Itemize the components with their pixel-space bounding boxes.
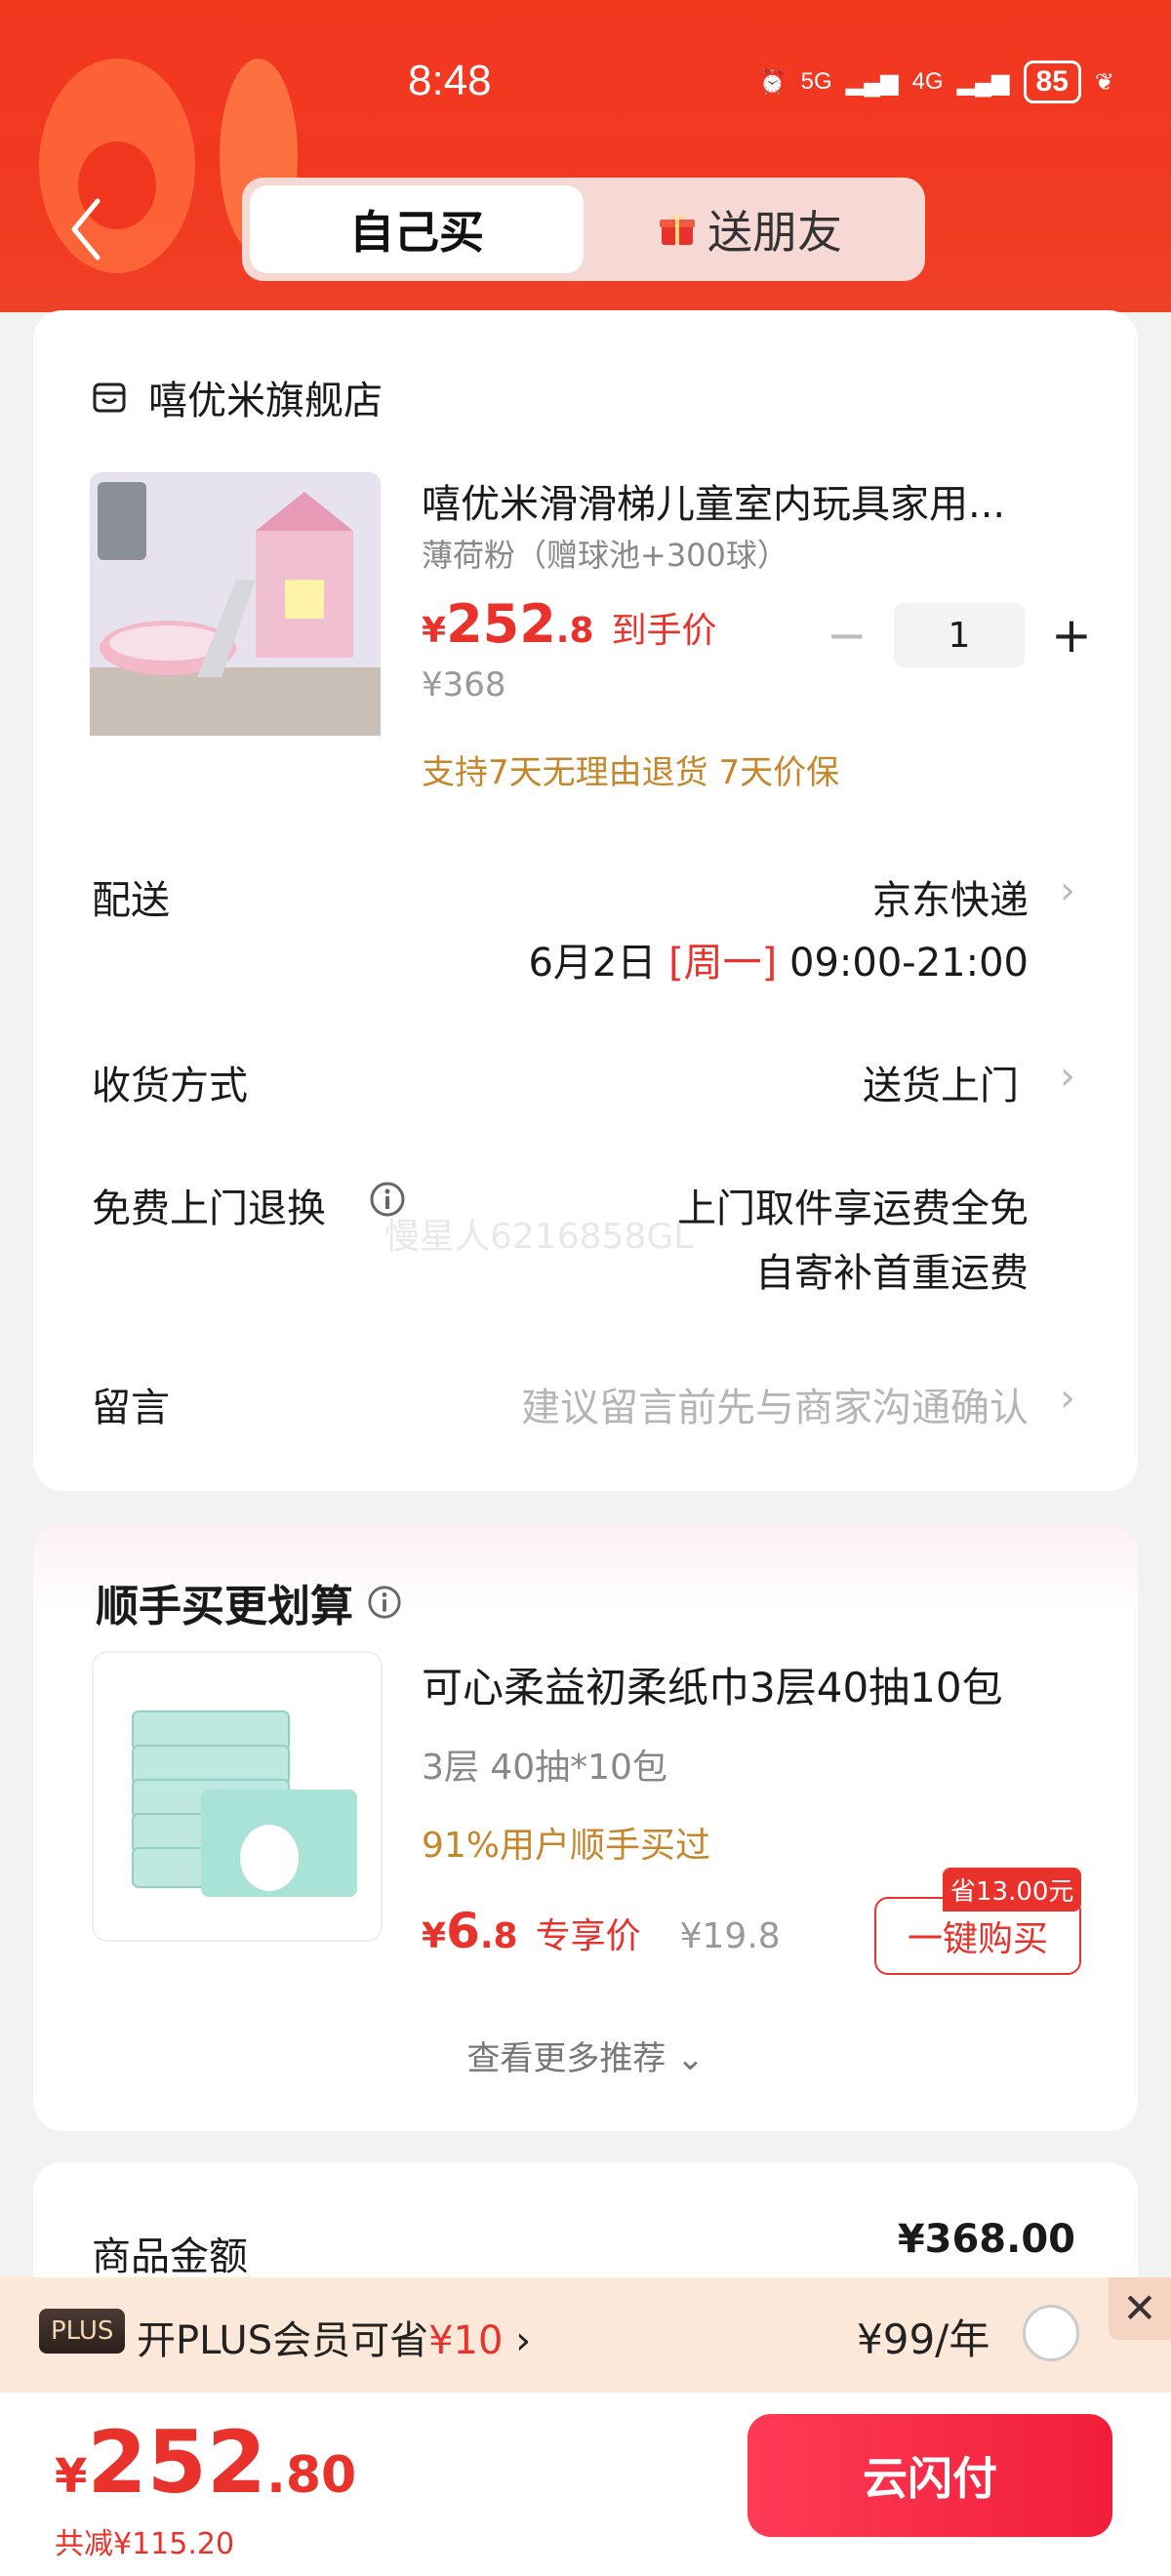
signal-bars-icon: ▂▄▆ — [845, 68, 899, 96]
price-integer: 6 — [446, 1903, 480, 1959]
recommend-card: 顺手买更划算 可心柔益初柔纸巾3层40抽10包 3层 40抽*10包 91%用户… — [33, 1524, 1138, 2131]
close-icon[interactable]: ✕ — [1109, 2277, 1171, 2340]
tab-label: 自己买 — [349, 206, 484, 259]
order-card: 嘻优米旗舰店 嘻优米滑滑梯儿童室内玩具家用... 薄荷粉（赠球池+300球） ¥… — [33, 310, 1138, 1491]
info-icon[interactable] — [367, 1585, 402, 1620]
battery-icon: 85 — [1023, 60, 1081, 103]
leaf-icon: ❦ — [1094, 68, 1114, 96]
store-name: 嘻优米旗舰店 — [148, 379, 383, 423]
goods-amount-label: 商品金额 — [92, 2234, 248, 2279]
delivery-date: 6月2日 — [528, 941, 657, 986]
goods-amount-value: ¥368.00 — [897, 2217, 1075, 2262]
price-decimal: .8 — [479, 1916, 518, 1956]
recommend-name[interactable]: 可心柔益初柔纸巾3层40抽10包 — [422, 1655, 1003, 1714]
header: 8:48 ⏰ 5G ▂▄▆ 4G ▂▄▆ 85 ❦ 自己买 送朋友 — [0, 0, 1171, 312]
save-badge: 省13.00元 — [943, 1868, 1082, 1912]
decrease-button[interactable]: − — [824, 607, 870, 664]
recommend-title: 顺手买更划算 — [96, 1571, 402, 1633]
gift-icon — [660, 215, 695, 245]
product-title[interactable]: 嘻优米滑滑梯儿童室内玩具家用... — [422, 472, 1085, 529]
plus-offer-text[interactable]: 开PLUS会员可省¥10 › — [137, 2309, 531, 2365]
return-label: 免费上门退换 — [92, 1187, 326, 1231]
total-decimal: .80 — [266, 2446, 357, 2505]
recommend-price: ¥ 6 .8 专享价 ¥19.8 — [422, 1903, 781, 1959]
store-row[interactable]: 嘻优米旗舰店 — [92, 369, 383, 425]
recommend-title-text: 顺手买更划算 — [96, 1582, 353, 1631]
delivery-label: 配送 — [92, 878, 170, 923]
guarantee-text: 支持7天无理由退货 7天价保 — [422, 753, 840, 792]
signal-5g-icon: 5G — [800, 68, 832, 95]
message-input[interactable]: 建议留言前先与商家沟通确认 — [521, 1376, 1029, 1432]
product-price: ¥ 252 .8 到手价 — [422, 593, 717, 655]
plus-membership-bar[interactable]: PLUS 开PLUS会员可省¥10 › ¥99/年 ✕ — [0, 2277, 1171, 2393]
tab-label: 送朋友 — [707, 206, 842, 259]
quantity-stepper: − 1 + — [824, 603, 1095, 667]
plus-save-amount: ¥10 — [428, 2318, 504, 2363]
delivery-carrier[interactable]: 京东快递 — [872, 868, 1029, 925]
slide-product-illustration — [90, 472, 381, 765]
tab-send-friend[interactable]: 送朋友 — [584, 185, 917, 273]
status-icons: ⏰ 5G ▂▄▆ 4G ▂▄▆ 85 ❦ — [758, 60, 1114, 103]
total-discount[interactable]: 共减¥115.20 — [55, 2519, 234, 2562]
price-decimal: .8 — [555, 611, 594, 651]
tab-buy-for-self[interactable]: 自己买 — [250, 185, 584, 273]
plus-badge: PLUS — [39, 2309, 126, 2354]
original-price: ¥368 — [422, 665, 506, 704]
signal-bars-icon: ▂▄▆ — [956, 68, 1010, 96]
delivery-window: 09:00-21:00 — [789, 941, 1029, 986]
receive-value[interactable]: 送货上门 — [863, 1054, 1019, 1110]
total-price: ¥ 252 .80 — [55, 2412, 356, 2513]
delivery-weekday: [周一] — [668, 941, 778, 986]
see-more-button[interactable]: 查看更多推荐 ⌄ — [33, 2032, 1138, 2079]
chevron-right-icon[interactable]: › — [1060, 1376, 1075, 1421]
total-integer: 252 — [87, 2412, 267, 2513]
pay-button[interactable]: 云闪付 — [747, 2414, 1112, 2537]
plus-select-radio[interactable] — [1023, 2305, 1079, 2361]
increase-button[interactable]: + — [1048, 607, 1095, 664]
return-line-2: 自寄补首重运费 — [755, 1251, 1029, 1296]
alarm-icon: ⏰ — [757, 68, 787, 96]
original-price: ¥19.8 — [679, 1916, 781, 1956]
receive-label: 收货方式 — [92, 1064, 248, 1108]
chevron-right-icon[interactable]: › — [1060, 868, 1075, 913]
status-time: 8:48 — [408, 57, 492, 104]
product-spec: 薄荷粉（赠球池+300球） — [422, 537, 788, 574]
chevron-right-icon[interactable]: › — [1060, 1054, 1075, 1099]
store-icon — [93, 382, 126, 413]
price-tag: 到手价 — [611, 611, 717, 651]
message-label: 留言 — [92, 1386, 170, 1430]
recommend-bought: 91%用户顺手买过 — [422, 1826, 711, 1866]
total-currency: ¥ — [55, 2449, 88, 2504]
plus-price: ¥99/年 — [857, 2315, 990, 2363]
recommend-image[interactable] — [92, 1651, 383, 1942]
back-icon[interactable] — [66, 195, 105, 263]
quantity-field[interactable]: 1 — [894, 603, 1025, 667]
tissue-product-illustration — [94, 1653, 381, 1940]
signal-4g-icon: 4G — [911, 68, 944, 95]
delivery-time[interactable]: 6月2日 [周一] 09:00-21:00 — [528, 931, 1029, 987]
purchase-tabs: 自己买 送朋友 — [242, 178, 925, 281]
plus-text-prefix: 开PLUS会员可省 — [137, 2318, 429, 2363]
recommend-spec: 3层 40抽*10包 — [422, 1748, 667, 1788]
price-tag: 专享价 — [535, 1916, 641, 1956]
product-image[interactable] — [90, 472, 381, 765]
chevron-right-icon: › — [503, 2318, 532, 2363]
watermark: 慢星人6216858GL — [384, 1217, 694, 1257]
return-line-1: 上门取件享运费全免 — [677, 1187, 1029, 1231]
checkout-bar: ¥ 252 .80 共减¥115.20 云闪付 — [0, 2393, 1171, 2576]
price-currency: ¥ — [422, 611, 447, 651]
price-currency: ¥ — [422, 1916, 447, 1956]
price-integer: 252 — [446, 593, 556, 655]
